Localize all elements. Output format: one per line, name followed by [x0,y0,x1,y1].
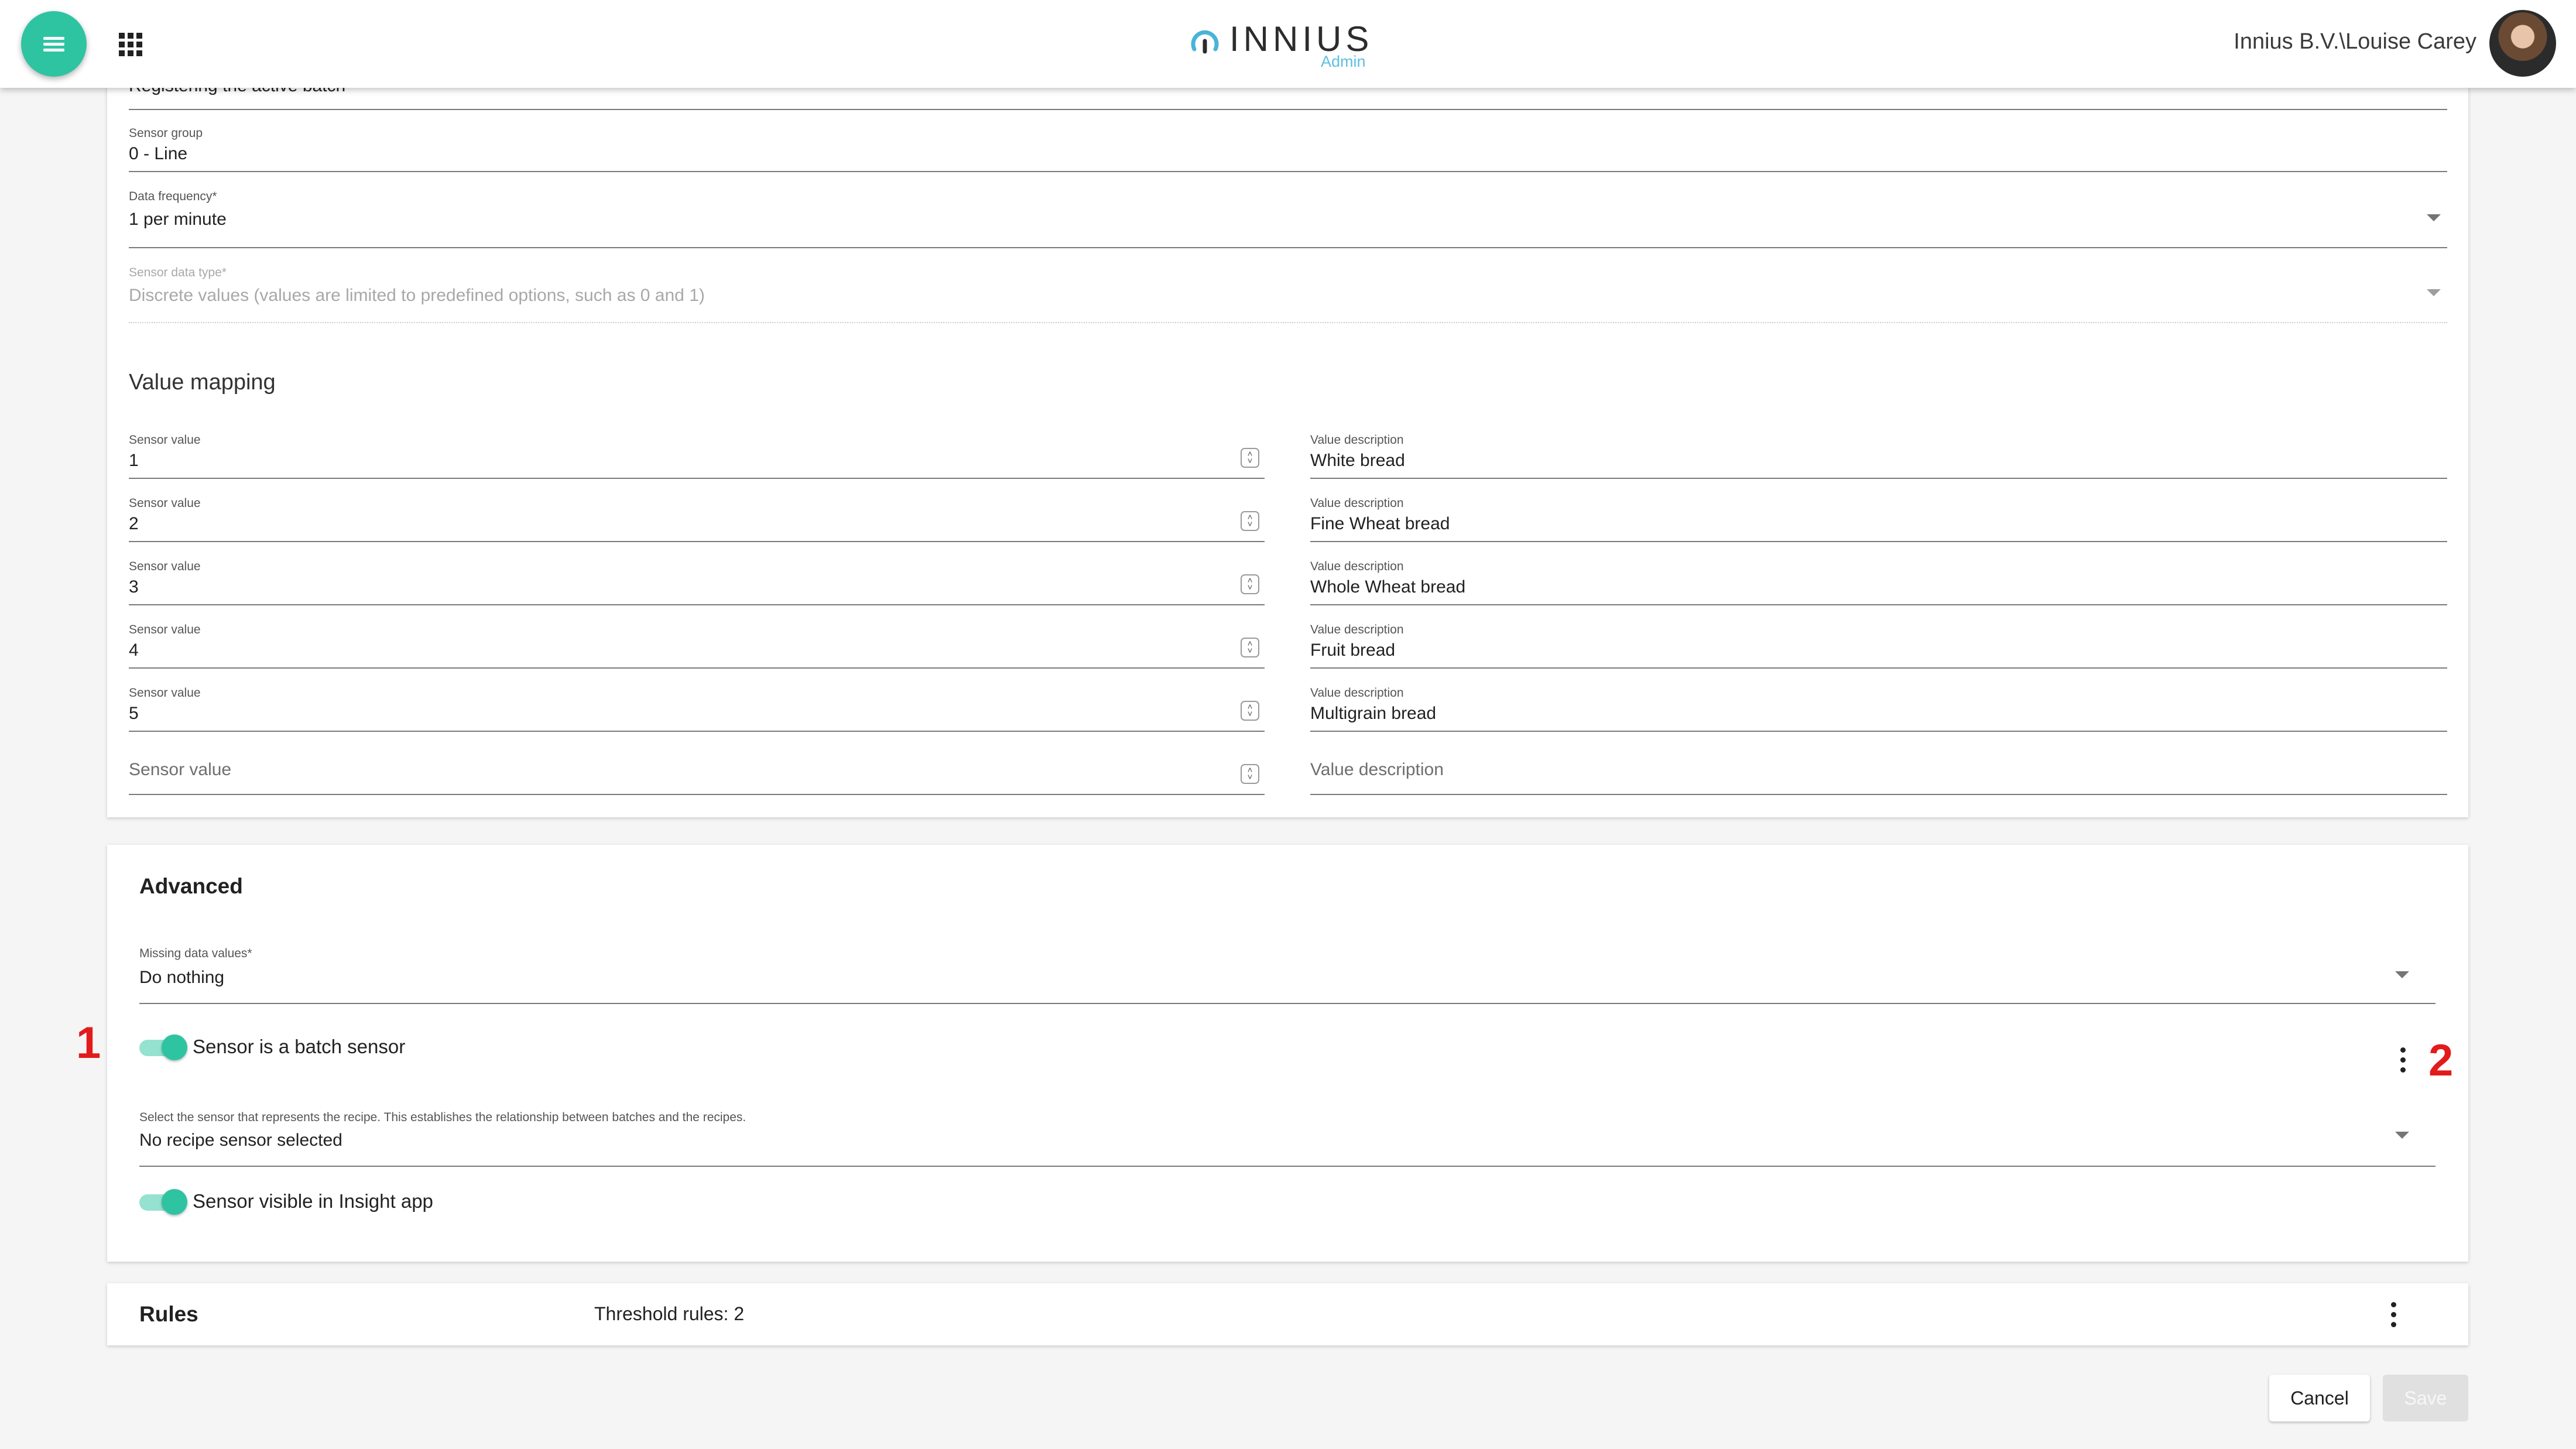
sensor-value-input[interactable]: Sensor value 4 ˄ ˅ [129,621,1265,669]
dropdown-arrow-icon [2427,214,2441,221]
value-description-placeholder: Value description [1310,760,1444,779]
rules-title: Rules [139,1302,198,1326]
logo-icon [1191,30,1219,54]
toggle-thumb [162,1189,187,1215]
recipe-sensor-select[interactable]: Select the sensor that represents the re… [139,1107,2435,1167]
sensor-value: 5 [129,704,139,723]
value-description-label: Value description [1310,433,1404,447]
value-mapping-title: Value mapping [129,370,276,395]
dropdown-arrow-icon [2395,971,2409,978]
sensor-value-input[interactable]: Sensor value 2 ˄ ˅ [129,494,1265,542]
value-description-input[interactable]: Value description White bread [1310,431,2447,479]
spinner-icon[interactable]: ˄ ˅ [1241,448,1259,468]
user-account-label[interactable]: Innius B.V.\Louise Carey [2234,29,2476,54]
sensor-value: 3 [129,577,139,597]
app-header: INNIUS Admin Innius B.V.\Louise Carey [0,0,2576,88]
sensor-value-input[interactable]: Sensor value 5 ˄ ˅ [129,684,1265,732]
sensor-data-type-value: Discrete values (values are limited to p… [129,286,705,305]
more-vertical-icon[interactable] [2399,1047,2407,1073]
spinner-icon[interactable]: ˄ ˅ [1241,574,1259,594]
missing-data-values-value: Do nothing [139,968,225,987]
more-vertical-icon[interactable] [2389,1302,2397,1328]
threshold-rules-count: Threshold rules: 2 [594,1303,745,1324]
logo-subtitle: Admin [1321,53,1366,70]
menu-icon [43,37,64,40]
value-description-input[interactable]: Value description Fine Wheat bread [1310,494,2447,542]
sensor-value: 2 [129,514,139,533]
spinner-icon[interactable]: ˄ ˅ [1241,511,1259,531]
sensor-value-label: Sensor value [129,496,201,510]
menu-icon-bar [43,43,64,46]
dropdown-arrow-icon [2395,1132,2409,1139]
menu-icon-bar [43,49,64,52]
new-sensor-value-input[interactable]: Sensor value ˄ ˅ [129,747,1265,795]
spinner-icon[interactable]: ˄ ˅ [1241,764,1259,784]
batch-sensor-label: Sensor is a batch sensor [193,1036,406,1057]
sensor-group-label: Sensor group [129,126,203,140]
menu-button[interactable] [21,11,87,77]
sensor-value-input[interactable]: Sensor value 1 ˄ ˅ [129,431,1265,479]
sensor-value-label: Sensor value [129,623,201,636]
dropdown-arrow-icon [2427,289,2441,296]
spinner-icon[interactable]: ˄ ˅ [1241,701,1259,721]
sensor-group-field[interactable]: Sensor group 0 - Line [129,123,2447,172]
value-description: White bread [1310,451,1405,470]
toggle-thumb [162,1034,187,1060]
value-description-input[interactable]: Value description Multigrain bread [1310,684,2447,732]
sensor-details-card: Registering the active batch Sensor grou… [107,35,2468,817]
data-frequency-value: 1 per minute [129,210,227,229]
advanced-card: Advanced Missing data values* Do nothing… [107,845,2468,1262]
data-frequency-select[interactable]: Data frequency* 1 per minute [129,187,2447,248]
apps-grid-icon[interactable] [119,33,142,56]
recipe-sensor-value: No recipe sensor selected [139,1131,342,1150]
value-description-label: Value description [1310,686,1404,700]
data-frequency-label: Data frequency* [129,190,217,203]
spinner-icon[interactable]: ˄ ˅ [1241,638,1259,657]
value-description: Multigrain bread [1310,704,1437,723]
sensor-data-type-select: Sensor data type* Discrete values (value… [129,262,2447,323]
sensor-value: 4 [129,640,139,660]
insight-visible-toggle[interactable] [139,1189,189,1215]
value-description-label: Value description [1310,623,1404,636]
sensor-data-type-label: Sensor data type* [129,266,227,279]
new-value-description-input[interactable]: Value description [1310,747,2447,795]
value-description-input[interactable]: Value description Whole Wheat bread [1310,557,2447,605]
value-description-input[interactable]: Value description Fruit bread [1310,621,2447,669]
app-logo[interactable]: INNIUS Admin [1185,18,1384,70]
value-description: Whole Wheat bread [1310,577,1466,597]
value-description-label: Value description [1310,496,1404,510]
sensor-value-placeholder: Sensor value [129,760,232,779]
annotation-marker-2: 2 [2428,1036,2454,1085]
annotation-marker-1: 1 [76,1018,101,1068]
value-description: Fruit bread [1310,640,1396,660]
missing-data-values-label: Missing data values* [139,947,252,960]
sensor-value-label: Sensor value [129,433,201,447]
batch-sensor-toggle[interactable] [139,1034,189,1060]
advanced-title: Advanced [139,874,243,898]
value-description: Fine Wheat bread [1310,514,1450,533]
recipe-sensor-label: Select the sensor that represents the re… [139,1111,746,1124]
insight-visible-label: Sensor visible in Insight app [193,1190,433,1212]
missing-data-values-select[interactable]: Missing data values* Do nothing [139,943,2435,1004]
sensor-group-value: 0 - Line [129,144,188,163]
rules-card[interactable]: Rules Threshold rules: 2 [107,1283,2468,1345]
save-button[interactable]: Save [2383,1375,2468,1421]
avatar[interactable] [2489,10,2556,77]
sensor-value-input[interactable]: Sensor value 3 ˄ ˅ [129,557,1265,605]
value-description-label: Value description [1310,560,1404,573]
sensor-value-label: Sensor value [129,560,201,573]
cancel-button[interactable]: Cancel [2269,1375,2370,1421]
sensor-value-label: Sensor value [129,686,201,700]
sensor-value: 1 [129,451,139,470]
